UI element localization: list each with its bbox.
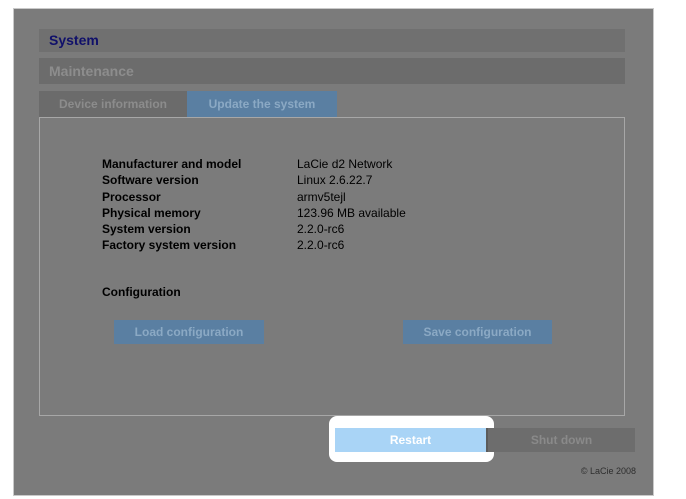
shutdown-button[interactable]: Shut down bbox=[488, 428, 635, 452]
info-row-manufacturer: Manufacturer and model LaCie d2 Network bbox=[102, 156, 406, 172]
info-value: LaCie d2 Network bbox=[297, 157, 393, 171]
info-value: 2.2.0-rc6 bbox=[297, 222, 345, 237]
info-key: Physical memory bbox=[102, 205, 201, 220]
tab-bar: Device information Update the system bbox=[39, 91, 625, 117]
tab-update-the-system[interactable]: Update the system bbox=[187, 91, 337, 117]
info-key: Manufacturer and model bbox=[102, 157, 242, 171]
info-row-system-version: System version 2.2.0-rc6 bbox=[102, 221, 406, 237]
tab-content: Manufacturer and model LaCie d2 Network … bbox=[39, 117, 625, 416]
info-row-factory-system-version: Factory system version 2.2.0-rc6 bbox=[102, 237, 406, 253]
subsection-title: Maintenance bbox=[39, 58, 625, 84]
tab-device-information[interactable]: Device information bbox=[39, 91, 187, 117]
section-title: System bbox=[39, 29, 625, 52]
configuration-heading: Configuration bbox=[102, 285, 181, 299]
info-key: Software version bbox=[102, 173, 199, 188]
info-value: Linux 2.6.22.7 bbox=[297, 173, 373, 188]
main-panel: System Maintenance Device information Up… bbox=[39, 29, 625, 416]
info-value: 123.96 MB available bbox=[297, 205, 406, 220]
info-key: Factory system version bbox=[102, 238, 237, 253]
copyright-text: © LaCie 2008 bbox=[580, 466, 636, 476]
info-key: System version bbox=[102, 222, 191, 237]
info-row-software-version: Software version Linux 2.6.22.7 bbox=[102, 172, 406, 188]
info-row-processor: Processor armv5tejl bbox=[102, 189, 406, 205]
info-key: Processor bbox=[102, 189, 161, 204]
info-value: armv5tejl bbox=[297, 189, 346, 204]
info-value: 2.2.0-rc6 bbox=[297, 238, 345, 253]
restart-button[interactable]: Restart bbox=[335, 428, 486, 452]
save-configuration-button[interactable]: Save configuration bbox=[403, 320, 552, 344]
load-configuration-button[interactable]: Load configuration bbox=[114, 320, 264, 344]
device-info-table: Manufacturer and model LaCie d2 Network … bbox=[102, 156, 406, 254]
info-row-physical-memory: Physical memory 123.96 MB available bbox=[102, 205, 406, 221]
